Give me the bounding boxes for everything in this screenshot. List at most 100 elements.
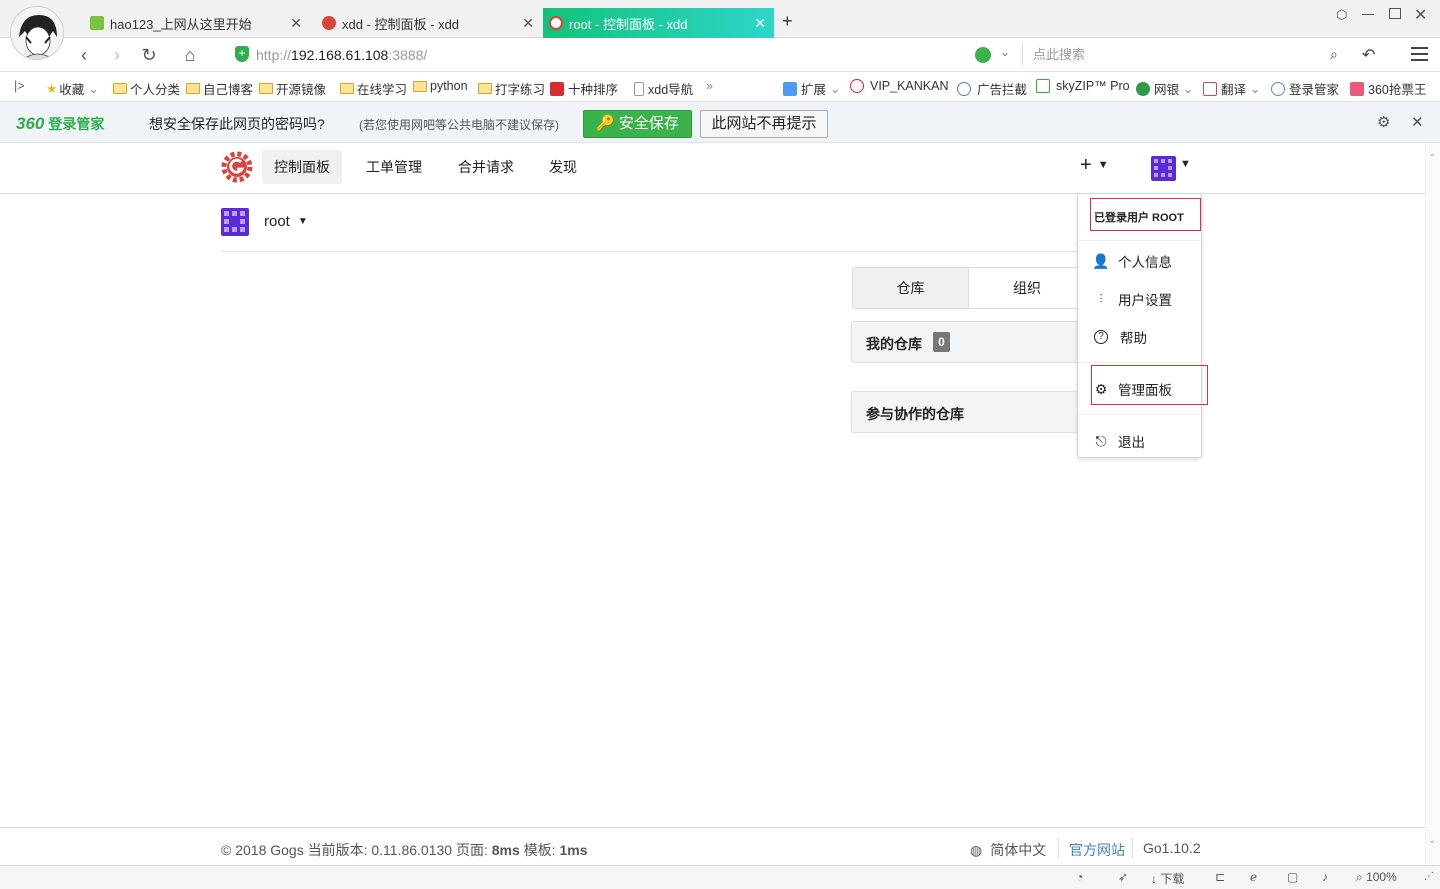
url-field[interactable]: http://192.168.61.108:3888/: [256, 47, 427, 63]
menu-item-settings[interactable]: ⫶ 用户设置: [1092, 289, 1172, 309]
search-input[interactable]: 点此搜索: [1022, 44, 1348, 66]
tab-root-dashboard[interactable]: root - 控制面板 - xdd ✕: [543, 8, 774, 38]
zoom-control[interactable]: ⌕ 100%: [1356, 870, 1397, 885]
browser-user-avatar[interactable]: [10, 6, 64, 60]
language-label: 简体中文: [990, 842, 1047, 858]
divider: [221, 251, 1201, 252]
maximize-icon[interactable]: [1389, 8, 1401, 19]
extension-bank[interactable]: 网银 ⌄: [1136, 79, 1194, 98]
bookmark-folder[interactable]: 开源镜像: [259, 79, 326, 98]
reload-icon[interactable]: ↻: [138, 44, 160, 66]
close-icon[interactable]: ✕: [290, 15, 302, 32]
folder-icon: [259, 83, 273, 94]
download-label: 下载: [1160, 872, 1185, 886]
nav-issues[interactable]: 工单管理: [354, 150, 434, 184]
template-time-label: 模板:: [523, 842, 556, 858]
tab-organizations[interactable]: 组织: [969, 268, 1085, 308]
new-tab-button[interactable]: +: [782, 11, 793, 32]
scroll-down-icon[interactable]: ⌄: [1428, 835, 1436, 846]
context-user-switcher[interactable]: root ▼: [264, 213, 308, 230]
extensions-menu[interactable]: 扩展 ⌄: [783, 79, 841, 98]
nav-dashboard[interactable]: 控制面板: [262, 150, 342, 184]
bookmark-favorites[interactable]: ★ 收藏 ⌄: [46, 79, 99, 98]
rocket-icon[interactable]: ➶: [1118, 870, 1128, 884]
bookmark-label: 收藏: [59, 83, 85, 97]
window-icon[interactable]: ▢: [1287, 870, 1298, 884]
bookmark-link[interactable]: xdd导航: [634, 79, 693, 98]
safe-save-button[interactable]: 🔑 安全保存: [583, 110, 692, 138]
globe-icon: ◍: [970, 842, 983, 858]
close-icon[interactable]: ✕: [1411, 113, 1424, 131]
official-website-link[interactable]: 官方网站: [1069, 840, 1125, 860]
bookmark-folder[interactable]: 个人分类: [113, 79, 180, 98]
download-button[interactable]: ↓ 下载: [1151, 870, 1184, 887]
home-icon[interactable]: ⌂: [179, 44, 201, 66]
sidebar-toggle-icon[interactable]: |>: [14, 79, 25, 93]
my-repos-title: 我的仓库: [866, 336, 922, 352]
browser-status-bar: ◔ ➶ ↓ 下载 ⊏ ℯ ▢ ♪ ⌕ 100% ⋰: [0, 865, 1440, 889]
extension-skyzip[interactable]: skyZIP™ Pro: [1036, 79, 1130, 93]
page-scrollbar[interactable]: ⌃ ⌄: [1425, 143, 1440, 865]
tab-title: hao123_上网从这里开始: [110, 16, 252, 32]
tab-title: xdd - 控制面板 - xdd: [342, 16, 460, 32]
menu-item-sign-out[interactable]: ⎋ 退出: [1092, 431, 1145, 451]
bookmark-folder[interactable]: 在线学习: [340, 79, 407, 98]
tab-xdd-dashboard[interactable]: xdd - 控制面板 - xdd ✕: [316, 8, 542, 38]
menu-icon[interactable]: [1411, 47, 1428, 61]
extension-translate[interactable]: 翻译 ⌄: [1203, 79, 1261, 98]
back-icon[interactable]: ‹: [73, 44, 95, 66]
scroll-up-icon[interactable]: ⌃: [1428, 153, 1436, 164]
gogs-logo-icon[interactable]: [221, 151, 253, 186]
template-time-value: 1ms: [559, 842, 588, 858]
search-icon[interactable]: ⌕: [1330, 46, 1338, 63]
window-close-icon[interactable]: ✕: [1414, 5, 1427, 25]
extension-grid-icon: [783, 81, 797, 96]
skin-icon[interactable]: ⬡: [1336, 7, 1347, 23]
ie-icon[interactable]: ℯ: [1250, 870, 1257, 884]
go-version: Go1.10.2: [1143, 840, 1201, 856]
nav-explore[interactable]: 发现: [537, 150, 589, 184]
url-scheme: http://: [256, 47, 292, 63]
bookmark-label: 个人分类: [130, 83, 181, 97]
extension-login-manager[interactable]: 登录管家: [1271, 79, 1339, 98]
language-selector[interactable]: ◍ 简体中文: [970, 840, 1046, 860]
divider: [1058, 838, 1059, 858]
sliders-icon: ⫶: [1099, 291, 1103, 306]
bookmark-label: 扩展: [801, 83, 827, 97]
resize-grip-icon[interactable]: ⋰: [1424, 871, 1434, 882]
create-new-menu[interactable]: + ▼: [1080, 154, 1109, 177]
gear-icon[interactable]: ⚙: [1377, 113, 1390, 131]
close-icon[interactable]: ✕: [754, 15, 766, 32]
more-bookmarks-icon[interactable]: »: [706, 79, 713, 93]
menu-item-label: 用户设置: [1118, 293, 1172, 308]
speed-icon[interactable]: ◔: [1076, 870, 1083, 884]
caret-down-icon: ▼: [1097, 159, 1109, 171]
menu-item-help[interactable]: ? 帮助: [1092, 327, 1147, 347]
speed-mode-icon[interactable]: [975, 47, 991, 63]
menu-item-profile[interactable]: 👤 个人信息: [1092, 251, 1172, 271]
tab-hao123[interactable]: hao123_上网从这里开始 ✕: [84, 8, 310, 38]
tab-title: root - 控制面板 - xdd: [569, 16, 688, 32]
footer-version-info: © 2018 Gogs 当前版本: 0.11.86.0130 页面: 8ms 模…: [221, 840, 588, 860]
undo-icon[interactable]: ↶: [1362, 45, 1375, 65]
bookmark-link[interactable]: 十种排序: [550, 79, 618, 98]
feedback-icon[interactable]: ⊏: [1215, 870, 1225, 884]
close-icon[interactable]: ✕: [522, 15, 534, 32]
chevron-down-icon[interactable]: ⌄: [1000, 45, 1010, 59]
extension-ticket[interactable]: 360抢票王: [1350, 79, 1426, 98]
never-remind-button[interactable]: 此网站不再提示: [700, 110, 828, 138]
tab-repositories[interactable]: 仓库: [853, 268, 969, 308]
sound-icon[interactable]: ♪: [1322, 870, 1328, 884]
vip-icon: [850, 79, 864, 93]
forward-icon[interactable]: ›: [106, 44, 128, 66]
bookmark-folder[interactable]: 打字练习: [478, 79, 545, 98]
page-icon: [634, 81, 644, 96]
bookmark-folder[interactable]: 自己博客: [186, 79, 253, 98]
extension-vip-kankan[interactable]: VIP_KANKAN: [850, 79, 949, 93]
extension-adblock[interactable]: 广告拦截: [957, 79, 1027, 98]
nav-pull-requests[interactable]: 合并请求: [446, 150, 526, 184]
bookmark-folder[interactable]: python: [413, 79, 468, 93]
minimize-icon[interactable]: [1362, 14, 1374, 15]
security-shield-icon[interactable]: +: [235, 46, 249, 62]
gogs-footer: © 2018 Gogs 当前版本: 0.11.86.0130 页面: 8ms 模…: [0, 827, 1425, 865]
